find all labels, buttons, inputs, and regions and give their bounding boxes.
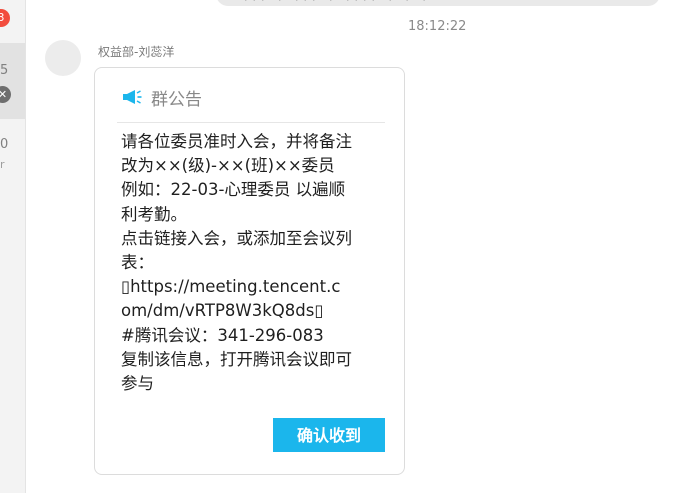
megaphone-icon (123, 90, 142, 104)
announcement-line: 复制该信息，打开腾讯会议即可 (121, 349, 352, 369)
conversation-list-edge: 3 5 ✕ 0 r (0, 0, 26, 493)
conversation-preview-fragment: r (0, 158, 5, 171)
announcement-line: 例如：22-03-心理委员 以遍顺 (121, 180, 346, 200)
meeting-link[interactable]: ▯https://meeting.tencent.c (121, 275, 389, 299)
conversation-count: 5 (0, 63, 9, 78)
announcement-line: 请各位委员准时入会，并将备注 (121, 132, 352, 151)
announcement-line: 点击链接入会，或添加至会议列 (121, 228, 352, 248)
sent-message-text-fragment: ··· · ··· · ···· · · · (244, 0, 431, 7)
placeholder-glyph: ▯ (314, 301, 324, 321)
confirm-received-button[interactable]: 确认收到 (273, 418, 385, 452)
announcement-body: 请各位委员准时入会，并将备注 改为××(级)-××(班)××委员 例如：22-0… (121, 130, 389, 396)
placeholder-glyph: ▯ (121, 277, 131, 297)
chat-window: 3 5 ✕ 0 r ··· · ··· · ···· · · · 18:12:2… (0, 0, 699, 493)
announcement-title: 群公告 (151, 89, 202, 110)
announcement-line: 利考勤。 (121, 204, 187, 224)
divider (117, 122, 385, 123)
message-timestamp: 18:12:22 (408, 19, 467, 34)
group-announcement-card: 群公告 请各位委员准时入会，并将备注 改为××(级)-××(班)××委员 例如：… (94, 67, 405, 475)
conversation-count: 0 (0, 137, 9, 152)
announcement-line: 改为××(级)-××(班)××委员 (121, 156, 335, 176)
selected-conversation-item[interactable] (0, 43, 25, 119)
announcement-line: 参与 (121, 374, 154, 394)
unread-badge: 3 (0, 9, 10, 27)
announcement-line: 表： (121, 253, 154, 273)
sender-name: 权益部-刘蕊洋 (98, 45, 175, 59)
avatar[interactable] (45, 40, 81, 76)
meeting-link[interactable]: om/dm/vRTP8W3kQ8ds▯ (121, 299, 389, 323)
announcement-line: #腾讯会议：341-296-083 (121, 325, 324, 345)
announcement-header: 群公告 (123, 85, 202, 110)
